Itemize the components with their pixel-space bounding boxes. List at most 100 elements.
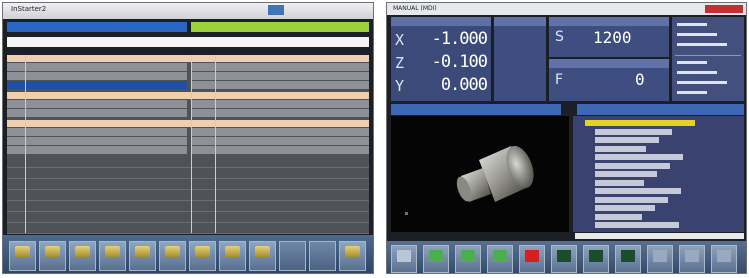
table-cell[interactable] (7, 81, 187, 89)
program-line[interactable] (595, 171, 657, 177)
left-function-toolbar (3, 235, 373, 273)
soft-key-button[interactable] (423, 245, 449, 273)
soft-key-button[interactable] (129, 241, 156, 271)
table-cell[interactable] (7, 63, 187, 71)
table-cell[interactable] (191, 72, 369, 80)
column-divider (25, 55, 26, 233)
axis-value: 0.000 (440, 75, 488, 95)
axis-name: Y (395, 77, 405, 95)
back-icon (397, 250, 411, 262)
axis-value: -1.000 (431, 29, 488, 49)
group-header (7, 120, 369, 127)
soft-key-button[interactable] (159, 241, 186, 271)
feed-rate: 0 (635, 70, 645, 89)
tab-right-mode[interactable] (191, 22, 369, 32)
soft-key-button[interactable] (309, 241, 336, 271)
axis-row-z: Z -0.100 (391, 52, 491, 74)
table-cell[interactable] (191, 81, 369, 89)
view-headers (391, 104, 744, 115)
soft-key-button[interactable] (487, 245, 513, 273)
table-cell[interactable] (7, 128, 187, 136)
table-row[interactable] (7, 63, 369, 72)
program-line[interactable] (595, 162, 670, 169)
table-cell[interactable] (191, 109, 369, 117)
soft-key-button[interactable] (519, 245, 545, 273)
program-name: InStarter2 (11, 5, 47, 13)
tab-left-mode[interactable] (7, 22, 187, 32)
empty-row (7, 212, 369, 223)
table-row[interactable] (7, 109, 369, 118)
graph-icon (621, 250, 635, 262)
table-cell[interactable] (191, 63, 369, 71)
table-row[interactable] (7, 128, 369, 137)
table-cell[interactable] (191, 137, 369, 145)
table-row[interactable] (7, 72, 369, 81)
table-cell[interactable] (191, 100, 369, 108)
soft-key-button[interactable] (551, 245, 577, 273)
soft-key-button[interactable] (455, 245, 481, 273)
soft-key-button[interactable] (9, 241, 36, 271)
right-function-toolbar (387, 241, 746, 273)
table-cell[interactable] (191, 128, 369, 136)
soft-key-button[interactable] (615, 245, 641, 273)
simulation-view-header (391, 104, 561, 115)
axis-name: Z (395, 54, 405, 72)
axis-value: -0.100 (431, 52, 488, 72)
program-line[interactable] (595, 205, 655, 211)
menu-icon (717, 250, 731, 262)
soft-key-button[interactable] (647, 245, 673, 273)
soft-key-button[interactable] (679, 245, 705, 273)
soft-key-button[interactable] (99, 241, 126, 271)
distance-to-go-panel (494, 17, 546, 101)
table-row[interactable] (7, 137, 369, 146)
program-line[interactable] (595, 222, 679, 228)
info-line (677, 61, 707, 64)
group-header (7, 92, 369, 99)
stop-icon (525, 250, 539, 262)
alarm-indicator (705, 5, 743, 13)
position-panel-header (391, 17, 491, 26)
soft-key-button[interactable] (39, 241, 66, 271)
simulation-view[interactable] (391, 116, 569, 232)
program-line[interactable] (585, 120, 695, 126)
soft-key-button[interactable] (711, 245, 737, 273)
soft-key-button[interactable] (391, 245, 417, 273)
tool-icon (45, 246, 60, 257)
program-listing[interactable] (573, 116, 744, 232)
program-line[interactable] (595, 213, 642, 220)
table-row[interactable] (7, 146, 369, 155)
empty-row (7, 179, 369, 190)
empty-row (7, 168, 369, 179)
table-cell[interactable] (7, 72, 187, 80)
soft-key-button[interactable] (219, 241, 246, 271)
program-line[interactable] (595, 145, 646, 152)
soft-key-button[interactable] (69, 241, 96, 271)
tool-icon (345, 246, 360, 257)
soft-key-button[interactable] (279, 241, 306, 271)
soft-key-button[interactable] (189, 241, 216, 271)
table-cell[interactable] (7, 137, 187, 145)
program-line[interactable] (595, 128, 672, 135)
soft-key-button[interactable] (339, 241, 366, 271)
table-cell[interactable] (191, 146, 369, 154)
empty-row (7, 190, 369, 201)
soft-key-button[interactable] (583, 245, 609, 273)
table-row[interactable] (7, 100, 369, 109)
program-line[interactable] (595, 188, 681, 194)
table-cell[interactable] (7, 109, 187, 117)
table-row[interactable] (7, 81, 369, 90)
display-icon (589, 250, 603, 262)
info-line (677, 23, 707, 26)
table-cell[interactable] (7, 146, 187, 154)
right-title-bar: MANUAL (MDI) (387, 3, 746, 15)
input-line[interactable] (7, 37, 369, 47)
program-line[interactable] (595, 196, 668, 203)
soft-key-button[interactable] (249, 241, 276, 271)
program-line[interactable] (595, 154, 683, 160)
mode-title: MANUAL (MDI) (393, 5, 437, 12)
table-cell[interactable] (7, 100, 187, 108)
tool-icon (15, 246, 30, 257)
program-line[interactable] (595, 179, 644, 186)
monitor-icon (557, 250, 571, 262)
program-line[interactable] (595, 137, 659, 143)
